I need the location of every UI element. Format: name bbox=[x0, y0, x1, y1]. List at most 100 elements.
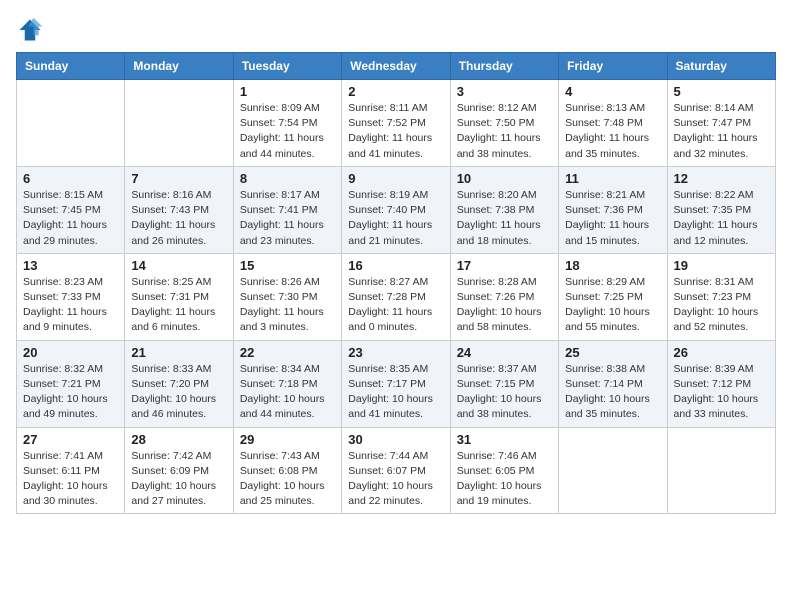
day-info: Sunrise: 7:43 AM Sunset: 6:08 PM Dayligh… bbox=[240, 449, 335, 510]
day-number: 21 bbox=[131, 345, 226, 360]
day-number: 13 bbox=[23, 258, 118, 273]
day-info: Sunrise: 8:31 AM Sunset: 7:23 PM Dayligh… bbox=[674, 275, 769, 336]
day-number: 19 bbox=[674, 258, 769, 273]
calendar-day-cell bbox=[17, 80, 125, 167]
day-number: 18 bbox=[565, 258, 660, 273]
calendar-day-cell: 2 Sunrise: 8:11 AM Sunset: 7:52 PM Daylig… bbox=[342, 80, 450, 167]
day-number: 17 bbox=[457, 258, 552, 273]
weekday-header-row: SundayMondayTuesdayWednesdayThursdayFrid… bbox=[17, 53, 776, 80]
day-info: Sunrise: 7:41 AM Sunset: 6:11 PM Dayligh… bbox=[23, 449, 118, 510]
day-info: Sunrise: 8:34 AM Sunset: 7:18 PM Dayligh… bbox=[240, 362, 335, 423]
day-number: 29 bbox=[240, 432, 335, 447]
day-info: Sunrise: 7:42 AM Sunset: 6:09 PM Dayligh… bbox=[131, 449, 226, 510]
weekday-header: Saturday bbox=[667, 53, 775, 80]
day-number: 20 bbox=[23, 345, 118, 360]
calendar-day-cell: 4 Sunrise: 8:13 AM Sunset: 7:48 PM Daylig… bbox=[559, 80, 667, 167]
day-number: 2 bbox=[348, 84, 443, 99]
calendar-day-cell: 13 Sunrise: 8:23 AM Sunset: 7:33 PM Dayli… bbox=[17, 253, 125, 340]
day-info: Sunrise: 8:37 AM Sunset: 7:15 PM Dayligh… bbox=[457, 362, 552, 423]
calendar-day-cell: 17 Sunrise: 8:28 AM Sunset: 7:26 PM Dayli… bbox=[450, 253, 558, 340]
day-info: Sunrise: 8:21 AM Sunset: 7:36 PM Dayligh… bbox=[565, 188, 660, 249]
calendar-day-cell bbox=[125, 80, 233, 167]
calendar-day-cell: 16 Sunrise: 8:27 AM Sunset: 7:28 PM Dayli… bbox=[342, 253, 450, 340]
day-info: Sunrise: 8:22 AM Sunset: 7:35 PM Dayligh… bbox=[674, 188, 769, 249]
calendar-week-row: 6 Sunrise: 8:15 AM Sunset: 7:45 PM Daylig… bbox=[17, 166, 776, 253]
day-number: 30 bbox=[348, 432, 443, 447]
day-info: Sunrise: 8:13 AM Sunset: 7:48 PM Dayligh… bbox=[565, 101, 660, 162]
day-info: Sunrise: 8:39 AM Sunset: 7:12 PM Dayligh… bbox=[674, 362, 769, 423]
calendar-day-cell: 21 Sunrise: 8:33 AM Sunset: 7:20 PM Dayli… bbox=[125, 340, 233, 427]
day-info: Sunrise: 8:32 AM Sunset: 7:21 PM Dayligh… bbox=[23, 362, 118, 423]
weekday-header: Friday bbox=[559, 53, 667, 80]
day-info: Sunrise: 8:12 AM Sunset: 7:50 PM Dayligh… bbox=[457, 101, 552, 162]
calendar-day-cell bbox=[559, 427, 667, 514]
logo bbox=[16, 16, 48, 44]
calendar-day-cell: 24 Sunrise: 8:37 AM Sunset: 7:15 PM Dayli… bbox=[450, 340, 558, 427]
day-info: Sunrise: 7:44 AM Sunset: 6:07 PM Dayligh… bbox=[348, 449, 443, 510]
calendar-day-cell: 23Sunrise: 8:35 AM Sunset: 7:17 PM Dayli… bbox=[342, 340, 450, 427]
day-number: 12 bbox=[674, 171, 769, 186]
day-info: Sunrise: 8:33 AM Sunset: 7:20 PM Dayligh… bbox=[131, 362, 226, 423]
calendar-day-cell: 31Sunrise: 7:46 AM Sunset: 6:05 PM Dayli… bbox=[450, 427, 558, 514]
calendar-day-cell: 1 Sunrise: 8:09 AM Sunset: 7:54 PM Daylig… bbox=[233, 80, 341, 167]
day-number: 28 bbox=[131, 432, 226, 447]
day-info: Sunrise: 8:15 AM Sunset: 7:45 PM Dayligh… bbox=[23, 188, 118, 249]
day-number: 4 bbox=[565, 84, 660, 99]
calendar-day-cell: 5 Sunrise: 8:14 AM Sunset: 7:47 PM Daylig… bbox=[667, 80, 775, 167]
calendar-week-row: 1 Sunrise: 8:09 AM Sunset: 7:54 PM Daylig… bbox=[17, 80, 776, 167]
calendar-day-cell: 27 Sunrise: 7:41 AM Sunset: 6:11 PM Dayli… bbox=[17, 427, 125, 514]
calendar-week-row: 27 Sunrise: 7:41 AM Sunset: 6:11 PM Dayli… bbox=[17, 427, 776, 514]
day-number: 6 bbox=[23, 171, 118, 186]
calendar-day-cell: 29 Sunrise: 7:43 AM Sunset: 6:08 PM Dayli… bbox=[233, 427, 341, 514]
day-info: Sunrise: 7:46 AM Sunset: 6:05 PM Dayligh… bbox=[457, 449, 552, 510]
day-number: 27 bbox=[23, 432, 118, 447]
day-number: 24 bbox=[457, 345, 552, 360]
calendar-day-cell: 26 Sunrise: 8:39 AM Sunset: 7:12 PM Dayli… bbox=[667, 340, 775, 427]
day-number: 3 bbox=[457, 84, 552, 99]
day-number: 9 bbox=[348, 171, 443, 186]
day-info: Sunrise: 8:27 AM Sunset: 7:28 PM Dayligh… bbox=[348, 275, 443, 336]
logo-icon bbox=[16, 16, 44, 44]
calendar-day-cell: 8 Sunrise: 8:17 AM Sunset: 7:41 PM Daylig… bbox=[233, 166, 341, 253]
day-info: Sunrise: 8:25 AM Sunset: 7:31 PM Dayligh… bbox=[131, 275, 226, 336]
weekday-header: Sunday bbox=[17, 53, 125, 80]
weekday-header: Wednesday bbox=[342, 53, 450, 80]
day-number: 25 bbox=[565, 345, 660, 360]
day-info: Sunrise: 8:23 AM Sunset: 7:33 PM Dayligh… bbox=[23, 275, 118, 336]
calendar-day-cell: 3 Sunrise: 8:12 AM Sunset: 7:50 PM Daylig… bbox=[450, 80, 558, 167]
calendar-table: SundayMondayTuesdayWednesdayThursdayFrid… bbox=[16, 52, 776, 514]
calendar-day-cell: 14 Sunrise: 8:25 AM Sunset: 7:31 PM Dayli… bbox=[125, 253, 233, 340]
day-number: 1 bbox=[240, 84, 335, 99]
day-number: 14 bbox=[131, 258, 226, 273]
day-number: 5 bbox=[674, 84, 769, 99]
calendar-day-cell bbox=[667, 427, 775, 514]
day-info: Sunrise: 8:20 AM Sunset: 7:38 PM Dayligh… bbox=[457, 188, 552, 249]
day-info: Sunrise: 8:26 AM Sunset: 7:30 PM Dayligh… bbox=[240, 275, 335, 336]
calendar-day-cell: 11Sunrise: 8:21 AM Sunset: 7:36 PM Dayli… bbox=[559, 166, 667, 253]
day-number: 16 bbox=[348, 258, 443, 273]
day-info: Sunrise: 8:14 AM Sunset: 7:47 PM Dayligh… bbox=[674, 101, 769, 162]
day-info: Sunrise: 8:29 AM Sunset: 7:25 PM Dayligh… bbox=[565, 275, 660, 336]
day-number: 8 bbox=[240, 171, 335, 186]
calendar-day-cell: 12 Sunrise: 8:22 AM Sunset: 7:35 PM Dayli… bbox=[667, 166, 775, 253]
weekday-header: Thursday bbox=[450, 53, 558, 80]
calendar-day-cell: 10Sunrise: 8:20 AM Sunset: 7:38 PM Dayli… bbox=[450, 166, 558, 253]
day-info: Sunrise: 8:16 AM Sunset: 7:43 PM Dayligh… bbox=[131, 188, 226, 249]
day-info: Sunrise: 8:11 AM Sunset: 7:52 PM Dayligh… bbox=[348, 101, 443, 162]
weekday-header: Tuesday bbox=[233, 53, 341, 80]
day-number: 26 bbox=[674, 345, 769, 360]
calendar-day-cell: 18 Sunrise: 8:29 AM Sunset: 7:25 PM Dayli… bbox=[559, 253, 667, 340]
calendar-day-cell: 25 Sunrise: 8:38 AM Sunset: 7:14 PM Dayli… bbox=[559, 340, 667, 427]
calendar-day-cell: 15 Sunrise: 8:26 AM Sunset: 7:30 PM Dayli… bbox=[233, 253, 341, 340]
calendar-day-cell: 20 Sunrise: 8:32 AM Sunset: 7:21 PM Dayli… bbox=[17, 340, 125, 427]
day-info: Sunrise: 8:28 AM Sunset: 7:26 PM Dayligh… bbox=[457, 275, 552, 336]
calendar-day-cell: 30 Sunrise: 7:44 AM Sunset: 6:07 PM Dayli… bbox=[342, 427, 450, 514]
calendar-day-cell: 9 Sunrise: 8:19 AM Sunset: 7:40 PM Daylig… bbox=[342, 166, 450, 253]
day-info: Sunrise: 8:17 AM Sunset: 7:41 PM Dayligh… bbox=[240, 188, 335, 249]
day-number: 7 bbox=[131, 171, 226, 186]
day-info: Sunrise: 8:38 AM Sunset: 7:14 PM Dayligh… bbox=[565, 362, 660, 423]
day-number: 15 bbox=[240, 258, 335, 273]
day-number: 22 bbox=[240, 345, 335, 360]
day-info: Sunrise: 8:09 AM Sunset: 7:54 PM Dayligh… bbox=[240, 101, 335, 162]
day-info: Sunrise: 8:19 AM Sunset: 7:40 PM Dayligh… bbox=[348, 188, 443, 249]
